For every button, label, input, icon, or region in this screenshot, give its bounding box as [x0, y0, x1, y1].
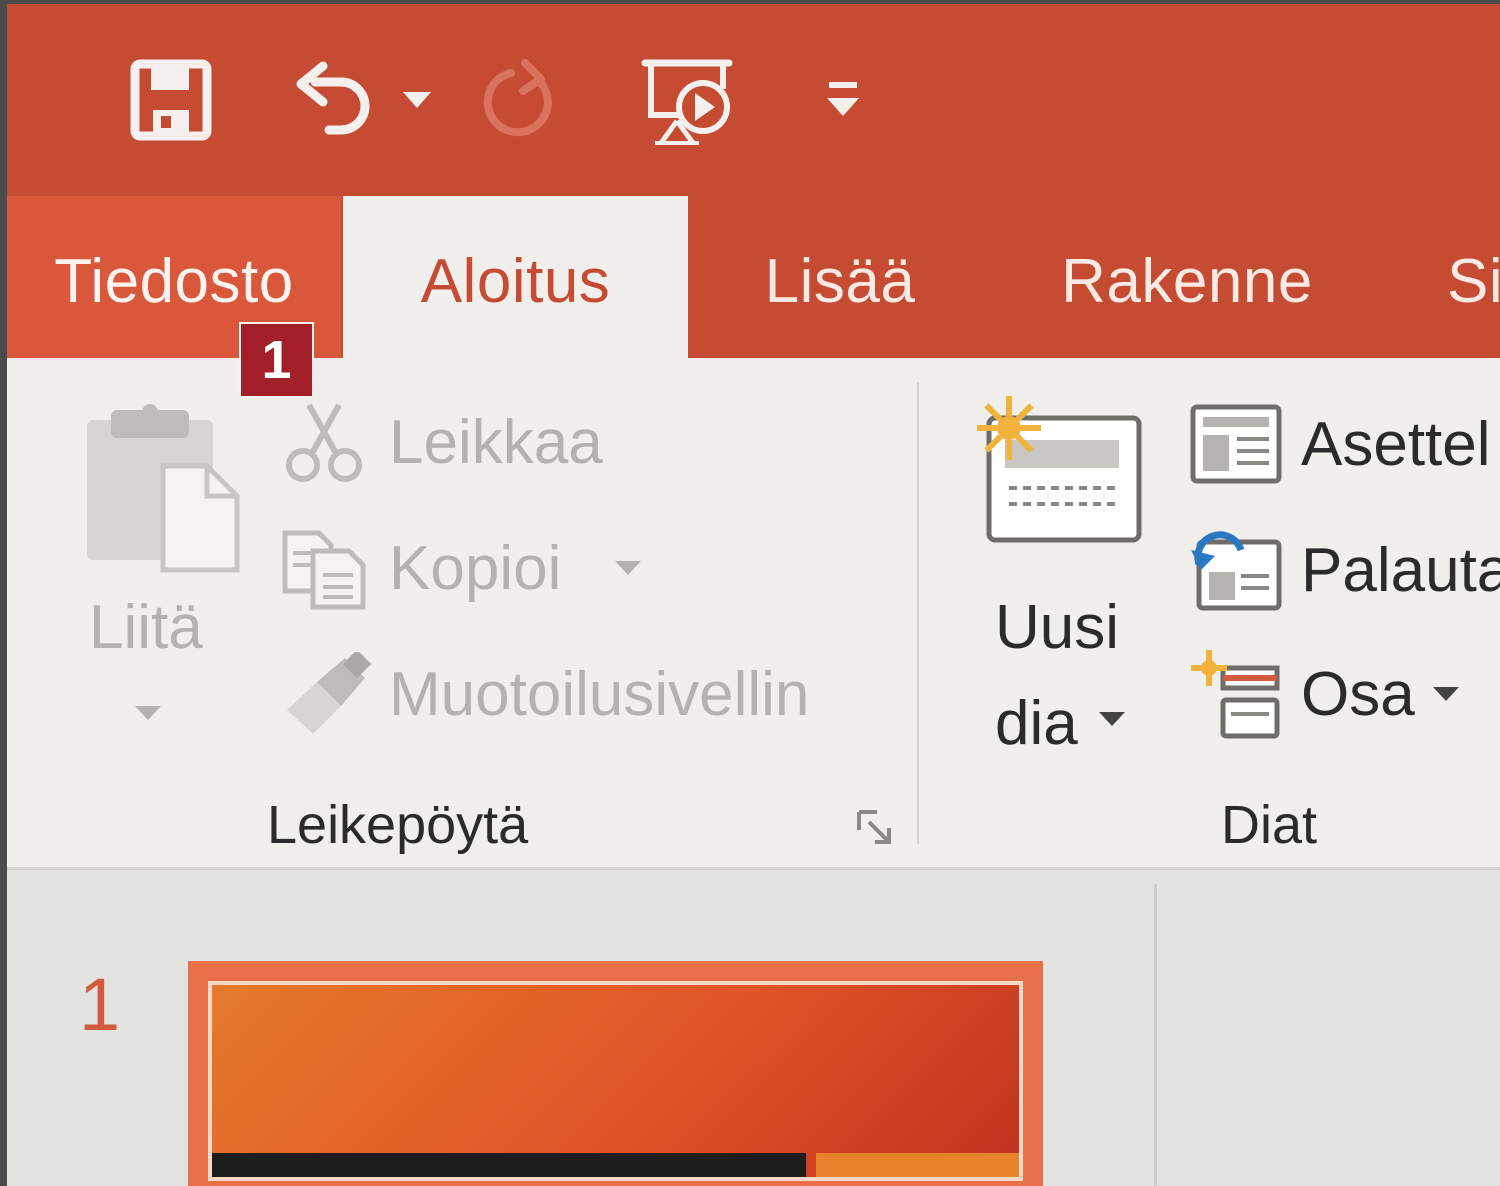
redo-icon: [477, 52, 567, 148]
customize-qat-icon[interactable]: [813, 52, 873, 148]
scissors-icon: [286, 403, 362, 482]
slide-thumbnail-preview: [208, 981, 1023, 1181]
new-slide-button[interactable]: Uusi dia: [967, 392, 1147, 762]
slide-number: 1: [79, 963, 121, 1046]
ribbon-tabs: Tiedosto Aloitus Lisää Rakenne Si: [7, 196, 1500, 358]
new-slide-icon: [977, 396, 1142, 543]
clipboard-group-label: Leikepöytä: [267, 795, 529, 855]
slide-thumbnail[interactable]: [188, 961, 1043, 1186]
copy-icon: [282, 530, 366, 610]
clipboard-paste-icon: [87, 404, 240, 573]
layout-button[interactable]: Asettel: [1189, 394, 1491, 494]
start-slideshow-icon[interactable]: [635, 44, 739, 154]
paste-dropdown-arrow-icon: [135, 706, 161, 720]
tab-partial[interactable]: Si: [1447, 196, 1500, 358]
tab-design[interactable]: Rakenne: [1029, 196, 1345, 358]
keytip-badge: 1: [239, 322, 314, 398]
dialog-launcher-icon[interactable]: [855, 808, 895, 848]
group-separator: [917, 382, 919, 844]
copy-dropdown-arrow-icon: [615, 561, 642, 575]
reset-button[interactable]: Palauta: [1189, 520, 1500, 620]
cut-button[interactable]: Leikkaa: [281, 392, 603, 492]
reset-slide-icon: [1191, 531, 1282, 611]
slide-preview-orange-band: [816, 1153, 1019, 1177]
format-painter-button[interactable]: Muotoilusivellin: [283, 644, 809, 744]
undo-icon[interactable]: [285, 52, 381, 148]
tab-insert[interactable]: Lisää: [725, 196, 955, 358]
format-painter-icon: [287, 652, 371, 734]
save-icon[interactable]: [119, 52, 223, 148]
pane-splitter[interactable]: [1154, 884, 1157, 1186]
layout-icon: [1190, 404, 1282, 484]
section-button[interactable]: Osa: [1189, 644, 1461, 744]
tab-home[interactable]: Aloitus: [343, 196, 688, 358]
copy-button[interactable]: Kopioi: [279, 518, 643, 618]
paste-button[interactable]: Liitä: [77, 402, 249, 732]
new-slide-dropdown-arrow-icon: [1099, 712, 1125, 726]
slide-preview-dark-band: [212, 1153, 806, 1177]
section-icon: [1191, 650, 1280, 739]
undo-dropdown-arrow-icon[interactable]: [397, 52, 437, 148]
powerpoint-window: Tiedosto Aloitus Lisää Rakenne Si 1 Liit…: [0, 0, 1500, 1186]
slides-group-label: Diat: [1221, 795, 1318, 855]
title-bar: [7, 4, 1500, 196]
section-dropdown-arrow-icon: [1432, 687, 1459, 701]
